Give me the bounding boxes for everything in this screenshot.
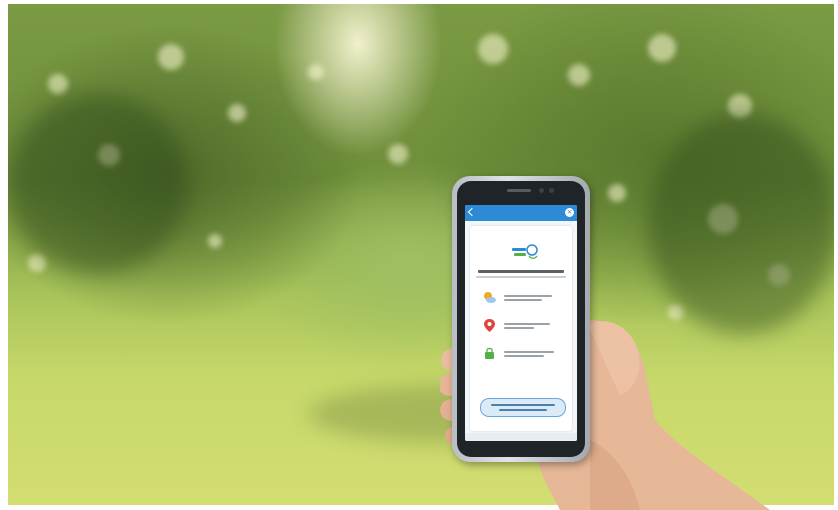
bokeh-light (648, 34, 676, 62)
feature-security (482, 344, 566, 364)
feature-text-line (504, 327, 534, 329)
foliage-shadow (8, 94, 188, 274)
feature-text-line (504, 323, 550, 325)
button-text-line (491, 404, 555, 406)
bokeh-light (478, 34, 508, 64)
smartphone: × (452, 176, 590, 462)
feature-text-line (504, 355, 544, 357)
bokeh-light (388, 144, 408, 164)
weather-icon (484, 292, 496, 303)
feature-text-line (504, 295, 552, 297)
bokeh-light (28, 254, 46, 272)
subtitle-line (476, 276, 566, 278)
phone-bezel: × (457, 181, 585, 457)
button-text-line (499, 409, 547, 411)
bokeh-light (608, 184, 626, 202)
subtitle-line (478, 270, 564, 273)
lock-icon (485, 347, 494, 359)
bokeh-light (228, 104, 246, 122)
start-button[interactable] (480, 398, 566, 417)
location-pin-icon (484, 319, 495, 332)
bokeh-light (308, 64, 324, 80)
phone-screen: × (465, 205, 577, 441)
bokeh-light (208, 234, 222, 248)
feature-text-line (504, 351, 554, 353)
app-bar: × (465, 205, 577, 221)
back-icon[interactable] (467, 207, 477, 217)
system-nav-bar (465, 433, 577, 441)
close-icon[interactable]: × (565, 208, 574, 217)
bokeh-light (48, 74, 68, 94)
earpiece-speaker (507, 189, 531, 192)
welcome-card (470, 226, 572, 431)
front-camera-icon (539, 188, 544, 193)
bokeh-light (568, 64, 590, 86)
feature-weather (482, 288, 566, 308)
feature-text-line (504, 299, 542, 301)
sensor-icon (549, 188, 554, 193)
bokeh-light (158, 44, 184, 70)
app-logo-icon (512, 244, 538, 259)
feature-location (482, 316, 566, 336)
